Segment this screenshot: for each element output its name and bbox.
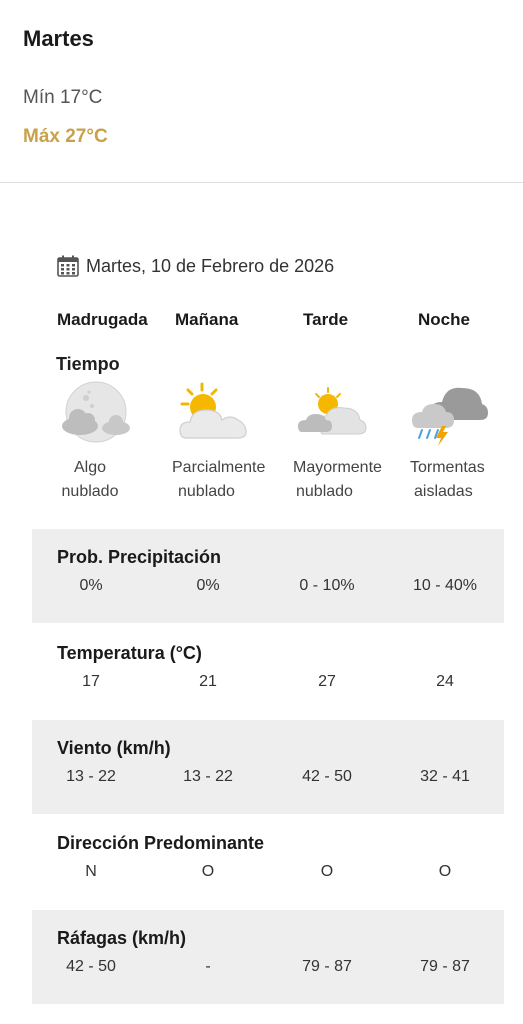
value-tarde: 27: [318, 673, 336, 690]
section-title: Prob. Precipitación: [57, 547, 222, 567]
sun-partly-cloudy-icon: [176, 380, 256, 450]
wind-section: Viento (km/h) 13 - 22 13 - 22 42 - 50 32…: [32, 720, 504, 814]
day-title: Martes: [23, 26, 94, 51]
value-tarde: 79 - 87: [302, 958, 352, 975]
condition-line1: Parcialmente: [172, 459, 266, 476]
condition-line1: Mayormente: [293, 459, 382, 476]
min-temperature: Mín 17°C: [23, 87, 103, 108]
period-madrugada: Madrugada: [57, 310, 148, 329]
condition-manana: Parcialmente nublado: [172, 456, 278, 504]
value-manana: 21: [199, 673, 217, 690]
gusts-section: Ráfagas (km/h) 42 - 50 - 79 - 87 79 - 87: [32, 910, 504, 1004]
day-summary-header[interactable]: Martes Mín 17°C Máx 27°C: [0, 0, 523, 183]
section-title: Dirección Predominante: [57, 833, 265, 853]
section-title: Ráfagas (km/h): [57, 928, 187, 948]
condition-line2: aisladas: [414, 483, 473, 500]
condition-line2: nublado: [296, 483, 353, 500]
condition-noche: Tormentas aisladas: [410, 456, 500, 504]
value-tarde: 0 - 10%: [299, 577, 355, 594]
moon-partly-cloudy-icon: [56, 380, 136, 450]
value-madrugada: 42 - 50: [66, 958, 116, 975]
calendar-icon: [56, 254, 80, 278]
value-manana: -: [205, 958, 211, 975]
value-manana: O: [201, 863, 215, 880]
period-noche: Noche: [418, 310, 470, 329]
period-headers: Madrugada Mañana Tarde Noche: [0, 310, 523, 334]
value-noche: 79 - 87: [420, 958, 470, 975]
precipitation-section: Prob. Precipitación 0% 0% 0 - 10% 10 - 4…: [32, 529, 504, 623]
section-title: Viento (km/h): [57, 738, 171, 758]
value-tarde: O: [320, 863, 334, 880]
divider: [0, 182, 523, 183]
forecast-date: Martes, 10 de Febrero de 2026: [86, 255, 335, 276]
condition-line1: Tormentas: [410, 459, 485, 476]
value-noche: 32 - 41: [420, 768, 470, 785]
value-noche: 10 - 40%: [412, 577, 478, 594]
max-temperature: Máx 27°C: [23, 126, 108, 147]
value-madrugada: N: [85, 863, 97, 880]
period-tarde: Tarde: [303, 310, 349, 329]
date-row: Martes, 10 de Febrero de 2026: [56, 252, 334, 280]
condition-madrugada: Algo nublado: [40, 456, 140, 504]
wind-direction-section: Dirección Predominante N O O O: [32, 815, 504, 909]
section-title: Temperatura (°C): [57, 643, 202, 663]
value-madrugada: 0%: [79, 577, 103, 594]
thunderstorm-icon: [410, 380, 490, 450]
value-madrugada: 17: [82, 673, 100, 690]
period-manana: Mañana: [175, 310, 239, 329]
value-noche: 24: [436, 673, 454, 690]
condition-tarde: Mayormente nublado: [293, 456, 393, 504]
tiempo-label: Tiempo: [56, 354, 120, 374]
condition-line2: nublado: [61, 483, 119, 500]
condition-line2: nublado: [178, 483, 235, 500]
value-tarde: 42 - 50: [302, 768, 352, 785]
condition-line1: Algo: [73, 459, 107, 476]
value-manana: 0%: [196, 577, 220, 594]
value-manana: 13 - 22: [183, 768, 233, 785]
temperature-section: Temperatura (°C) 17 21 27 24: [32, 625, 504, 719]
mostly-cloudy-icon: [294, 380, 374, 450]
value-noche: O: [438, 863, 452, 880]
value-madrugada: 13 - 22: [66, 768, 116, 785]
